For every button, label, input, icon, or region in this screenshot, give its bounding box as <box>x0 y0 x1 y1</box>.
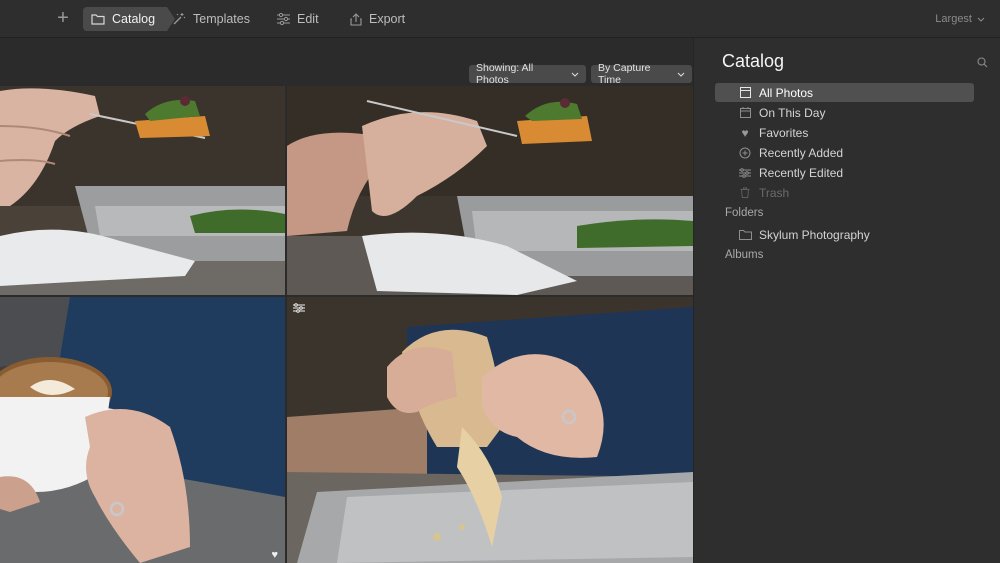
nav-item-label: Trash <box>759 185 790 200</box>
chevron-down-icon <box>677 68 685 80</box>
nav-item-on-this-day[interactable]: On This Day <box>715 103 974 122</box>
photo-thumbnail[interactable] <box>0 86 285 295</box>
nav-item-label: Recently Edited <box>759 165 844 180</box>
size-label: Largest <box>935 13 972 25</box>
nav-item-favorites[interactable]: ♥ Favorites <box>715 123 974 142</box>
photo-thumbnail[interactable] <box>287 86 693 295</box>
photo-thumbnail[interactable] <box>287 297 693 563</box>
calendar-icon <box>737 107 753 118</box>
chevron-down-icon <box>977 17 985 22</box>
top-toolbar: + Catalog Templates Edit Export Largest <box>0 0 1000 38</box>
sliders-icon <box>277 13 290 25</box>
edit-tab-label: Edit <box>297 12 319 26</box>
catalog-tab-label: Catalog <box>112 12 156 26</box>
folder-item-label: Skylum Photography <box>759 227 870 242</box>
export-button[interactable]: Export <box>350 7 405 31</box>
photo-image <box>287 86 693 295</box>
nav-item-label: Favorites <box>759 125 809 140</box>
magic-wand-icon <box>172 12 186 26</box>
photo-image <box>0 297 285 563</box>
photo-image <box>0 86 285 295</box>
edit-tab[interactable]: Edit <box>277 7 319 31</box>
nav-item-label: All Photos <box>759 85 814 100</box>
nav-item-label: On This Day <box>759 105 826 120</box>
chevron-down-icon <box>571 68 579 80</box>
templates-tab-label: Templates <box>193 12 250 26</box>
trash-icon <box>737 187 753 198</box>
nav-item-recently-edited[interactable]: Recently Edited <box>715 163 974 182</box>
export-button-label: Export <box>369 12 406 26</box>
albums-section-label[interactable]: Albums <box>725 249 763 261</box>
plus-circle-icon <box>737 147 753 159</box>
share-icon <box>350 12 362 26</box>
photos-icon <box>737 87 753 98</box>
catalog-panel: Catalog All Photos On This Day ♥ Favorit… <box>693 38 1000 563</box>
plus-icon: + <box>57 6 69 29</box>
sort-dropdown[interactable]: By Capture Time <box>591 62 692 86</box>
sort-label: By Capture Time <box>598 62 651 86</box>
showing-filter-label: Showing: All Photos <box>476 62 534 86</box>
nav-item-recently-added[interactable]: Recently Added <box>715 143 974 162</box>
nav-item-trash[interactable]: Trash <box>715 183 974 202</box>
templates-tab[interactable]: Templates <box>172 7 250 31</box>
photo-thumbnail[interactable]: ♥ <box>0 297 285 563</box>
nav-item-all-photos[interactable]: All Photos <box>715 83 974 102</box>
nav-item-label: Recently Added <box>759 145 844 160</box>
sliders-icon <box>737 167 753 178</box>
folder-item-skylum-photography[interactable]: Skylum Photography <box>715 225 974 244</box>
panel-title: Catalog <box>722 51 785 71</box>
add-button[interactable]: + <box>53 6 73 30</box>
heart-icon: ♥ <box>741 125 749 140</box>
thumbnail-size-dropdown[interactable]: Largest <box>935 7 985 31</box>
photo-image <box>287 297 693 563</box>
edited-sliders-icon <box>293 303 305 313</box>
folder-icon <box>737 229 753 240</box>
showing-filter-dropdown[interactable]: Showing: All Photos <box>469 62 586 86</box>
folders-section-label[interactable]: Folders <box>725 207 763 219</box>
photo-grid: ♥ <box>0 86 693 563</box>
folder-icon <box>91 13 105 25</box>
photo-browser: Showing: All Photos By Capture Time ♥ <box>0 38 693 563</box>
catalog-tab[interactable]: Catalog <box>83 7 176 31</box>
favorite-heart-icon[interactable]: ♥ <box>271 549 278 561</box>
search-icon[interactable] <box>977 55 988 73</box>
